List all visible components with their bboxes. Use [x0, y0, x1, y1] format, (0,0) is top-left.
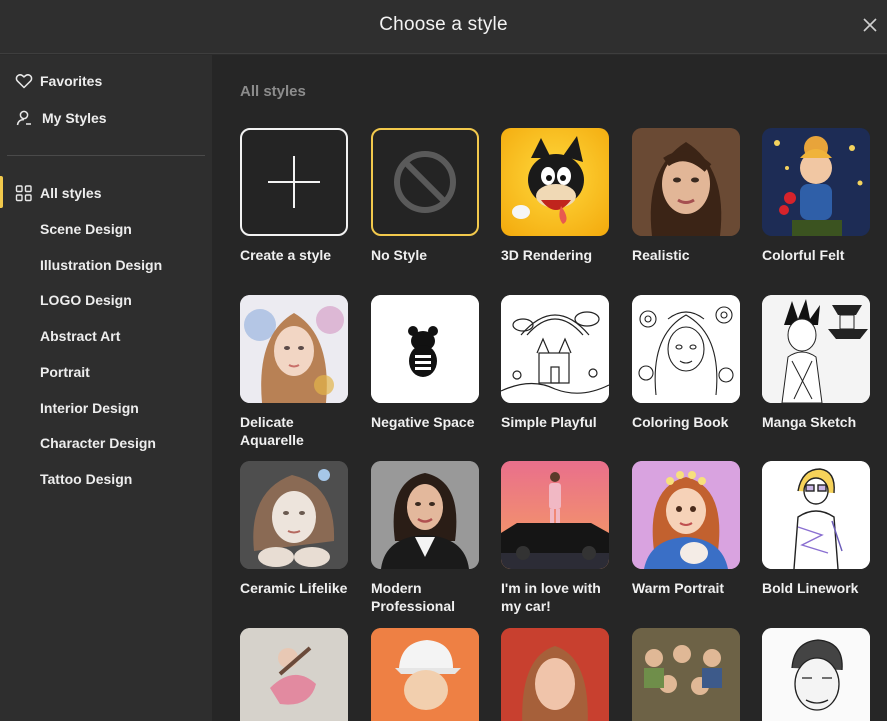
style-card-coloring-book[interactable]: Coloring Book — [632, 295, 740, 431]
sidebar-item-label: All styles — [40, 185, 102, 201]
style-label: Simple Playful — [501, 414, 597, 430]
sidebar-item-label: Abstract Art — [40, 328, 121, 344]
style-card-delicate-aquarelle[interactable]: Delicate Aquarelle — [240, 295, 348, 449]
sidebar-item-label: Scene Design — [40, 221, 132, 237]
dialog-header: Choose a style — [0, 0, 887, 54]
style-thumb-image — [501, 461, 609, 569]
prohibited-icon — [394, 151, 456, 213]
style-label: Ceramic Lifelike — [240, 580, 348, 596]
styles-panel: All styles Create a style No Style 3D Re… — [212, 55, 887, 721]
style-card-create[interactable]: Create a style — [240, 128, 348, 264]
style-card-row4-4[interactable] — [632, 628, 740, 721]
style-label: Delicate Aquarelle — [240, 414, 304, 448]
style-card-negative-space[interactable]: Negative Space — [371, 295, 479, 431]
sidebar-item-interior-design[interactable]: Interior Design — [0, 393, 212, 423]
close-button[interactable] — [861, 16, 879, 34]
sidebar-item-label: My Styles — [42, 110, 107, 126]
style-card-realistic[interactable]: Realistic — [632, 128, 740, 264]
style-thumb-image — [762, 628, 870, 721]
style-thumb-image — [240, 295, 348, 403]
style-thumb-image — [240, 461, 348, 569]
sidebar-item-scene-design[interactable]: Scene Design — [0, 214, 212, 244]
style-thumb-image — [762, 461, 870, 569]
style-label: Negative Space — [371, 414, 475, 430]
style-label: Bold Linework — [762, 580, 859, 596]
style-card-3d-rendering[interactable]: 3D Rendering — [501, 128, 609, 264]
create-style-thumb — [240, 128, 348, 236]
dialog-title: Choose a style — [379, 14, 508, 35]
style-thumb-image — [501, 295, 609, 403]
style-card-simple-playful[interactable]: Simple Playful — [501, 295, 609, 431]
section-title: All styles — [240, 83, 306, 100]
user-icon — [14, 108, 34, 128]
sidebar-item-label: Portrait — [40, 364, 90, 380]
style-thumb-image — [501, 628, 609, 721]
style-card-row4-1[interactable] — [240, 628, 348, 721]
heart-icon — [14, 71, 34, 91]
sidebar-item-logo-design[interactable]: LOGO Design — [0, 285, 212, 315]
style-label: Realistic — [632, 247, 690, 263]
sidebar-item-label: Interior Design — [40, 400, 139, 416]
close-icon — [863, 18, 877, 32]
style-label: Modern Professional — [371, 580, 456, 614]
sidebar-item-all-styles[interactable]: All styles — [0, 178, 212, 208]
no-style-thumb — [371, 128, 479, 236]
style-card-in-love-with-car[interactable]: I'm in love with my car! — [501, 461, 609, 615]
sidebar-item-my-styles[interactable]: My Styles — [0, 103, 212, 133]
sidebar-item-portrait[interactable]: Portrait — [0, 357, 212, 387]
style-card-row4-5[interactable] — [762, 628, 870, 721]
style-card-no-style[interactable]: No Style — [371, 128, 479, 264]
sidebar-item-abstract-art[interactable]: Abstract Art — [0, 321, 212, 351]
style-card-warm-portrait[interactable]: Warm Portrait — [632, 461, 740, 597]
style-thumb-image — [762, 128, 870, 236]
style-card-ceramic-lifelike[interactable]: Ceramic Lifelike — [240, 461, 348, 597]
style-label: Warm Portrait — [632, 580, 725, 596]
style-label: Colorful Felt — [762, 247, 845, 263]
style-card-manga-sketch[interactable]: Manga Sketch — [762, 295, 870, 431]
style-thumb-image — [632, 128, 740, 236]
style-card-bold-linework[interactable]: Bold Linework — [762, 461, 870, 597]
style-card-modern-professional[interactable]: Modern Professional — [371, 461, 479, 615]
style-label: I'm in love with my car! — [501, 580, 601, 614]
grid-icon — [14, 183, 34, 203]
sidebar-item-label: Character Design — [40, 435, 156, 451]
style-label: Create a style — [240, 247, 332, 263]
style-card-row4-3[interactable] — [501, 628, 609, 721]
plus-icon — [268, 156, 320, 208]
style-card-row4-2[interactable] — [371, 628, 479, 721]
style-label: No Style — [371, 247, 428, 263]
style-thumb-image — [501, 128, 609, 236]
style-label: Coloring Book — [632, 414, 729, 430]
style-thumb-image — [632, 295, 740, 403]
sidebar-divider — [7, 155, 205, 156]
style-thumb-image — [371, 295, 479, 403]
style-thumb-image — [762, 295, 870, 403]
sidebar-item-label: Favorites — [40, 73, 103, 89]
style-thumb-image — [371, 628, 479, 721]
style-card-colorful-felt[interactable]: Colorful Felt — [762, 128, 870, 264]
sidebar-item-character-design[interactable]: Character Design — [0, 428, 212, 458]
sidebar: Favorites My Styles All styles Scene Des… — [0, 55, 212, 721]
style-label: Manga Sketch — [762, 414, 857, 430]
sidebar-item-label: LOGO Design — [40, 292, 132, 308]
sidebar-item-tattoo-design[interactable]: Tattoo Design — [0, 464, 212, 494]
style-thumb-image — [371, 461, 479, 569]
sidebar-item-label: Illustration Design — [40, 257, 163, 273]
style-thumb-image — [240, 628, 348, 721]
sidebar-item-label: Tattoo Design — [40, 471, 133, 487]
sidebar-item-illustration-design[interactable]: Illustration Design — [0, 250, 212, 280]
sidebar-item-favorites[interactable]: Favorites — [0, 66, 212, 96]
style-thumb-image — [632, 461, 740, 569]
style-label: 3D Rendering — [501, 247, 593, 263]
style-thumb-image — [632, 628, 740, 721]
